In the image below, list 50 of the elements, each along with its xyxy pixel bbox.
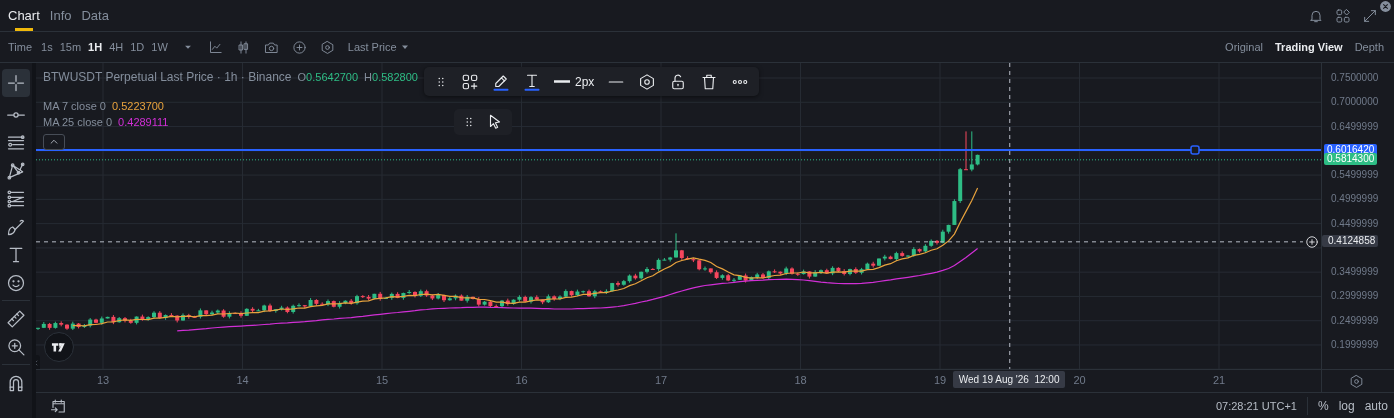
indicator-name: MA 25 close 0 <box>43 116 113 128</box>
clock-text: 07:28:21 UTC+1 <box>1215 399 1297 412</box>
ohlc-value: 0.5642700 <box>306 70 359 83</box>
price-tick: 0.6499999 <box>1331 119 1379 134</box>
price-tick: 0.7000000 <box>1331 95 1379 110</box>
time-tick: 17 <box>653 374 669 386</box>
time-tick: 13 <box>95 374 111 386</box>
interval-button[interactable]: 1W <box>151 41 168 53</box>
indicator-name: MA 7 close 0 <box>43 100 106 112</box>
time-label: Time <box>8 41 33 53</box>
ohlc-value: 0.582800 <box>372 70 418 83</box>
interval-button[interactable]: 4H <box>109 41 124 53</box>
tab[interactable]: Info <box>49 0 72 31</box>
scale-option[interactable]: log <box>1338 398 1355 413</box>
time-tick: 15 <box>374 374 390 386</box>
view-tab[interactable]: Depth <box>1354 41 1384 53</box>
interval-button[interactable]: 1D <box>130 41 145 53</box>
price-marker: 0.5814300 <box>1324 153 1378 166</box>
view-tab[interactable]: Trading View <box>1275 41 1343 53</box>
interval-button[interactable]: 15m <box>59 41 82 53</box>
tab[interactable]: Chart <box>8 0 40 31</box>
price-tick: 0.4999999 <box>1331 192 1379 207</box>
line-width-button[interactable]: 2px <box>553 74 595 89</box>
price-tick: 0.5499999 <box>1331 168 1379 183</box>
time-tick: 18 <box>793 374 808 386</box>
time-tick: 14 <box>235 374 250 386</box>
ohlc-label: H <box>364 70 373 83</box>
scale-option[interactable]: auto <box>1364 398 1388 413</box>
indicator-value: 0.4289111 <box>118 116 169 128</box>
price-tick: 0.3499999 <box>1331 265 1379 280</box>
interval-button[interactable]: 1H <box>88 41 103 53</box>
price-marker: 0.4124858 <box>1322 235 1379 248</box>
indicator-value: 0.5223700 <box>112 100 164 112</box>
view-tab[interactable]: Original <box>1225 41 1263 53</box>
time-tick: 21 <box>1211 374 1227 386</box>
price-tick: 0.7500000 <box>1331 71 1379 85</box>
price-type-dropdown[interactable]: Last Price <box>347 41 411 53</box>
scale-option[interactable]: % <box>1317 398 1329 413</box>
ohlc-label: O <box>297 70 307 83</box>
price-tick: 0.2499999 <box>1331 313 1379 328</box>
time-tick: 16 <box>514 374 529 386</box>
interval-button[interactable]: 1s <box>41 41 53 53</box>
price-tick: 0.1999999 <box>1331 337 1379 352</box>
price-tick: 0.2999999 <box>1331 289 1379 304</box>
crosshair-time-label: Wed 19 Aug '26 12:00 <box>952 371 1066 388</box>
price-tick: 0.4499999 <box>1331 216 1379 231</box>
time-tick: 20 <box>1072 374 1087 386</box>
tab[interactable]: Data <box>81 0 109 31</box>
time-tick: 19 <box>932 374 948 386</box>
symbol-title: BTWUSDT Perpetual Last Price · 1h · Binance <box>43 69 292 84</box>
